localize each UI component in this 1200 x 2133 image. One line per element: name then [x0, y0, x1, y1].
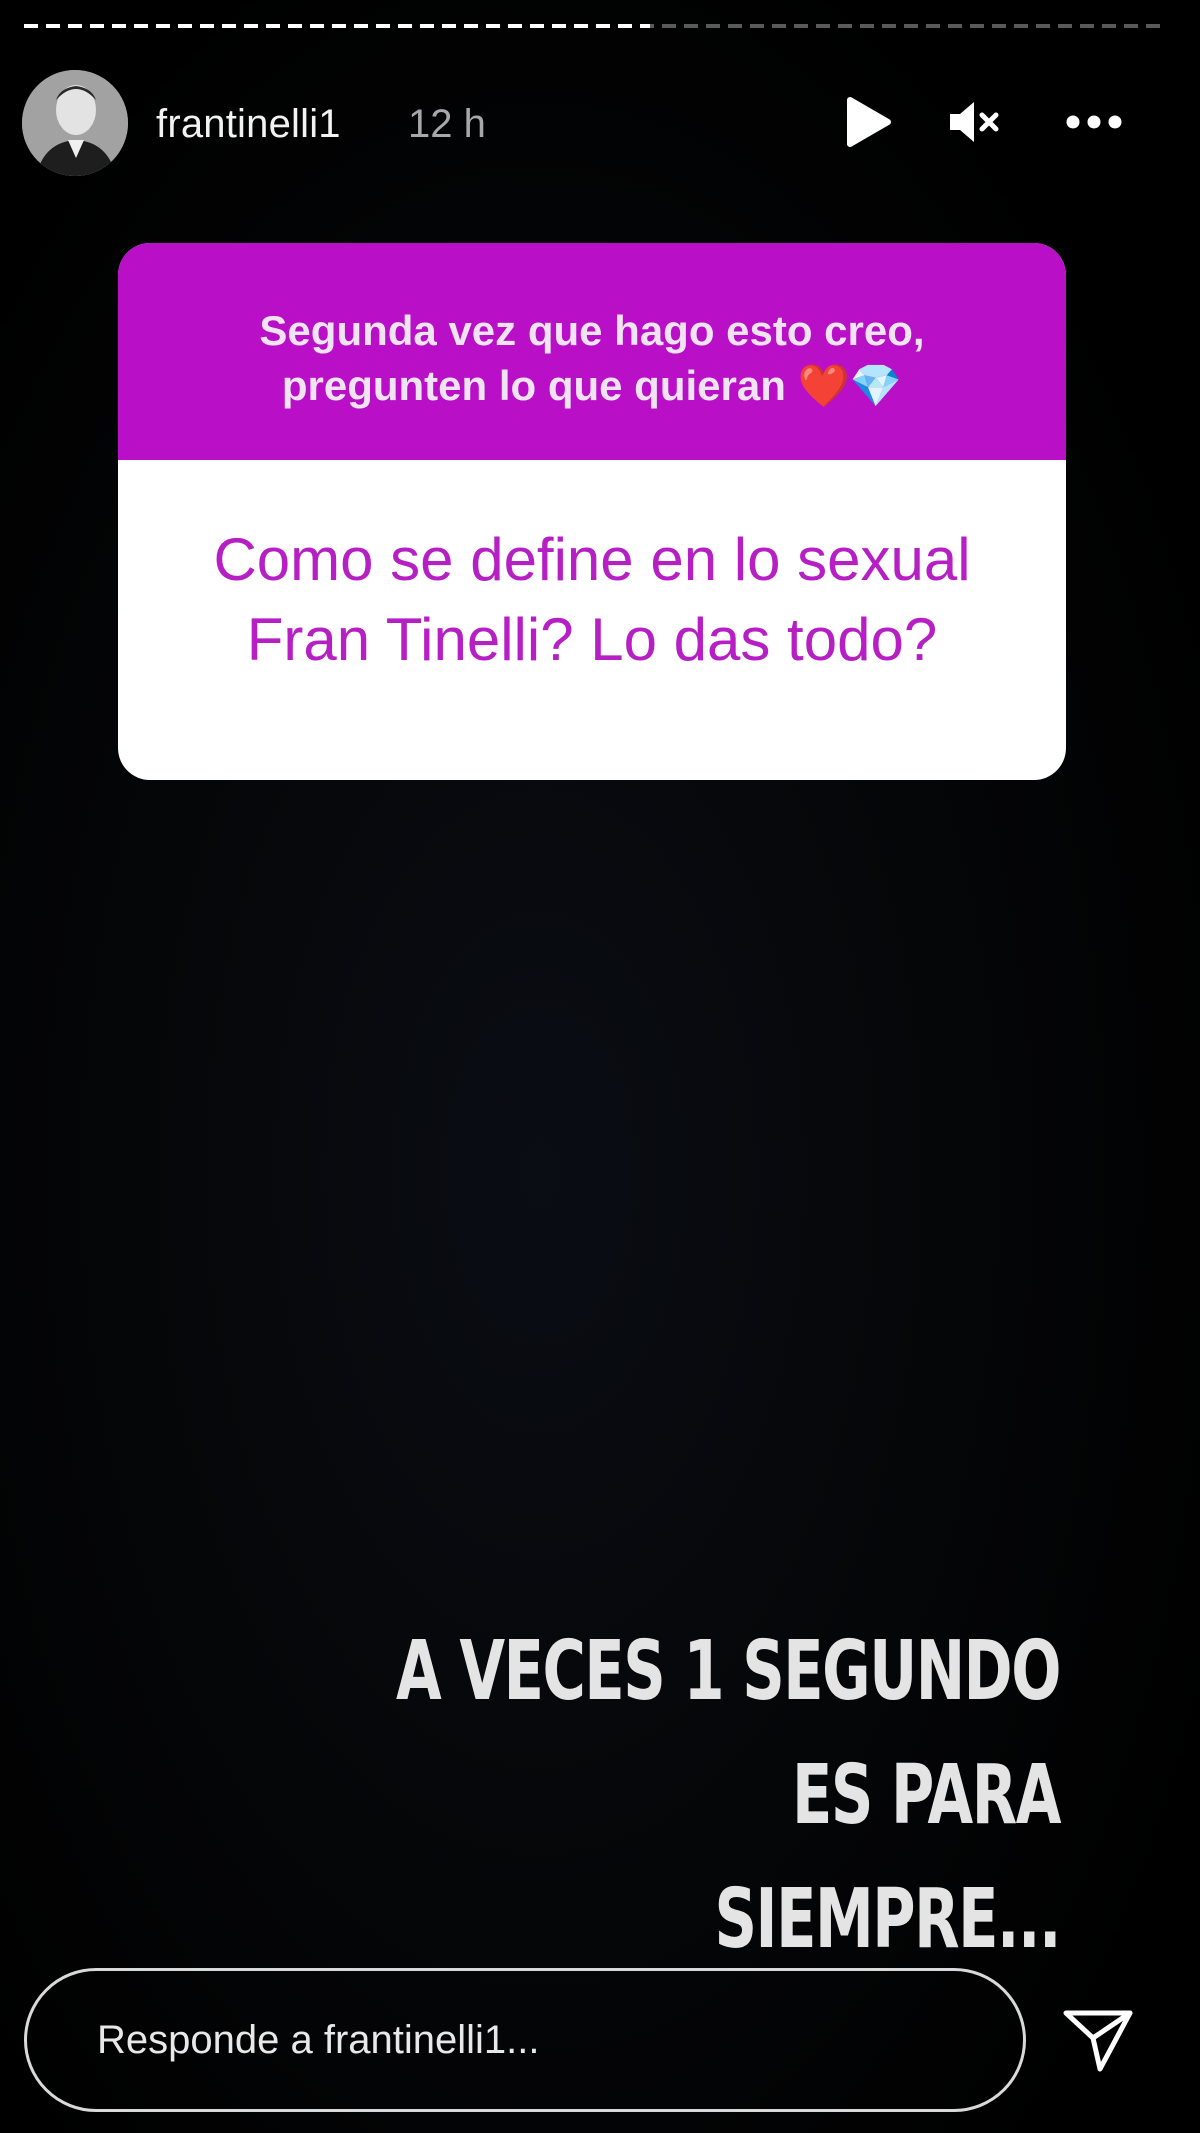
send-icon — [1063, 2010, 1133, 2072]
play-icon — [847, 97, 891, 147]
story-caption-line-2: SIEMPRE... — [714, 1872, 1061, 1967]
story-progress-segment — [24, 24, 1162, 28]
question-sticker-question: Como se define en lo sexual Fran Tinelli… — [213, 526, 971, 673]
story-caption-line-1: A VECES 1 SEGUNDO ES PARA — [395, 1624, 1061, 1843]
speaker-muted-icon — [950, 102, 999, 142]
story-progress-bar — [24, 24, 1162, 28]
story-view[interactable]: frantinelli1 12 h Segunda vez que hago e… — [0, 0, 1200, 2133]
story-caption: A VECES 1 SEGUNDO ES PARA SIEMPRE... — [369, 1610, 1061, 1982]
reply-placeholder: Responde a frantinelli1... — [97, 2017, 540, 2062]
mute-button[interactable] — [944, 92, 1004, 152]
send-button[interactable] — [1058, 2000, 1138, 2080]
reply-input[interactable]: Responde a frantinelli1... — [24, 1968, 1026, 2112]
play-button[interactable] — [838, 92, 898, 152]
more-options-button[interactable] — [1064, 92, 1124, 152]
avatar-photo — [22, 70, 128, 176]
more-options-icon — [1066, 115, 1122, 129]
username[interactable]: frantinelli1 — [156, 102, 341, 147]
question-sticker-body: Como se define en lo sexual Fran Tinelli… — [118, 460, 1066, 780]
story-progress-fill — [24, 24, 650, 28]
question-sticker: Segunda vez que hago esto creo, pregunte… — [118, 243, 1066, 780]
story-timestamp: 12 h — [408, 102, 486, 146]
question-sticker-prompt: Segunda vez que hago esto creo, pregunte… — [259, 306, 925, 409]
question-sticker-header: Segunda vez que hago esto creo, pregunte… — [118, 243, 1066, 460]
avatar[interactable] — [22, 70, 128, 176]
